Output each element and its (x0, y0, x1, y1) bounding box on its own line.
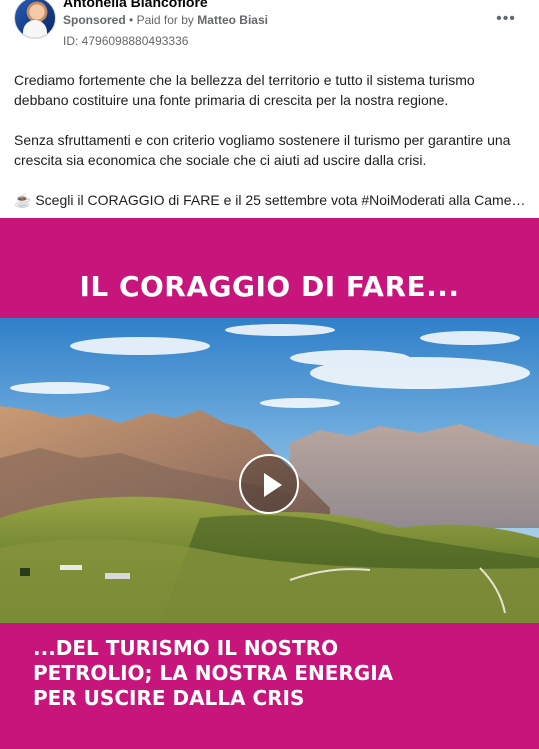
more-options-icon[interactable]: ••• (495, 8, 517, 30)
paid-for-label: Paid for by (136, 13, 194, 27)
post-body: Crediamo fortemente che la bellezza del … (14, 70, 529, 210)
sponsored-label: Sponsored (63, 13, 126, 27)
play-icon[interactable] (239, 454, 299, 514)
caption-line-3: PER USCIRE DALLA CRIS (33, 686, 305, 710)
caption-line-2: PETROLIO; LA NOSTRA ENERGIA (33, 661, 394, 685)
body-paragraph-1: Crediamo fortemente che la bellezza del … (14, 72, 475, 108)
body-paragraph-3[interactable]: ☕ Scegli il CORAGGIO di FARE e il 25 set… (14, 190, 529, 210)
avatar[interactable] (14, 0, 56, 39)
ad-id: ID: 4796098880493336 (63, 34, 189, 48)
author-name[interactable]: Antonella Biancofiore (63, 0, 208, 10)
payer-name[interactable]: Matteo Biasi (197, 13, 268, 27)
sponsored-line: Sponsored • Paid for by Matteo Biasi (63, 13, 268, 27)
post-header: Antonella Biancofiore Sponsored • Paid f… (0, 0, 539, 60)
caption-line-1: ...DEL TURISMO IL NOSTRO (33, 636, 339, 660)
body-paragraph-2: Senza sfruttamenti e con criterio voglia… (14, 132, 511, 168)
video-player[interactable]: IL CORAGGIO DI FARE... ...DEL TURISMO IL… (0, 218, 539, 749)
meta-separator: • (129, 13, 137, 27)
video-caption: ...DEL TURISMO IL NOSTRO PETROLIO; LA NO… (33, 636, 513, 711)
video-headline: IL CORAGGIO DI FARE... (79, 270, 460, 303)
